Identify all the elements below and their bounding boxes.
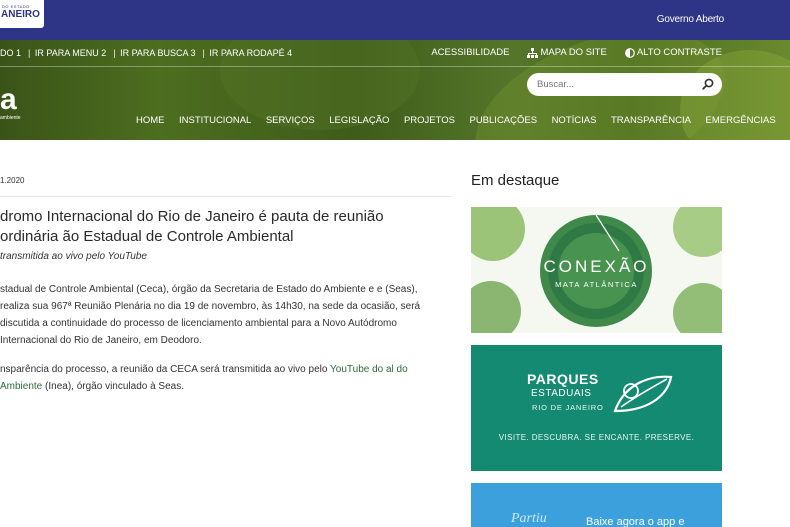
high-contrast-toggle[interactable]: ALTO CONTRASTE (624, 47, 722, 58)
accessibility-label: ACESSIBILIDADE (431, 47, 510, 58)
high-contrast-label: ALTO CONTRASTE (636, 47, 722, 58)
utility-links: ACESSIBILIDADE MAPA DO SITE ALTO CONTRAS… (413, 47, 722, 58)
nav-item-home[interactable]: HOME (136, 115, 165, 126)
divider: | (28, 48, 31, 58)
conexao-title: CONEXÃO (543, 257, 650, 276)
divider (0, 196, 451, 197)
government-bar: DO ESTADO ANEIRO Governo Aberto (0, 0, 790, 40)
parques-subtitle: ESTADUAIS (531, 388, 592, 399)
parques-location: RIO DE JANEIRO (532, 403, 604, 412)
skip-link-footer[interactable]: IR PARA RODAPÉ 4 (209, 48, 292, 58)
nav-item-legislacao[interactable]: LEGISLAÇÃO (329, 115, 389, 126)
app-download-text: Baixe agora o app e (586, 516, 685, 527)
parques-title: PARQUES (527, 371, 599, 387)
leaf-icon (613, 375, 673, 413)
article-body: stadual de Controle Ambiental (Ceca), ór… (0, 281, 445, 407)
skip-link-search[interactable]: IR PARA BUSCA 3 (120, 48, 195, 58)
site-logo-subtitle: ambiente (0, 115, 21, 121)
app-logo: Partiu (511, 511, 547, 526)
header-divider (0, 66, 790, 67)
parques-tagline: VISITE. DESCUBRA. SE ENCANTE. PRESERVE. (498, 433, 695, 442)
site-logo-letter: a (0, 83, 17, 116)
article-subtitle: transmitida ao vivo pelo YouTube (0, 251, 147, 262)
accessibility-skip-links: DO 1 | IR PARA MENU 2 | IR PARA BUSCA 3 | I… (0, 48, 294, 60)
state-logo[interactable]: DO ESTADO ANEIRO (0, 0, 44, 28)
search-input[interactable] (537, 77, 697, 92)
divider: | (202, 48, 205, 58)
state-logo-text: ANEIRO (1, 9, 40, 20)
search-box (527, 73, 722, 96)
article-text: (Inea), órgão vinculado à Seas. (42, 381, 185, 392)
article-paragraph: nsparência do processo, a reunião da CEC… (0, 361, 445, 395)
nav-item-projetos[interactable]: PROJETOS (404, 115, 455, 126)
nav-item-servicos[interactable]: SERVIÇOS (266, 115, 315, 126)
article-paragraph: stadual de Controle Ambiental (Ceca), ór… (0, 284, 421, 346)
accessibility-link[interactable]: ACESSIBILIDADE (431, 47, 509, 58)
article-date: 1.2020 (0, 176, 25, 185)
skip-link-menu[interactable]: IR PARA MENU 2 (35, 48, 106, 58)
skip-link-content[interactable]: DO 1 (0, 48, 21, 58)
sitemap-link[interactable]: MAPA DO SITE (527, 47, 607, 58)
sitemap-label: MAPA DO SITE (540, 47, 607, 58)
app-download-banner[interactable]: Partiu Baixe agora o app e (471, 483, 722, 527)
featured-section-title: Em destaque (471, 172, 560, 189)
open-government-link[interactable]: Governo Aberto (657, 14, 724, 25)
site-logo[interactable]: a (0, 85, 30, 115)
search-icon[interactable] (702, 78, 714, 90)
nav-item-institucional[interactable]: INSTITUCIONAL (179, 115, 251, 126)
conexao-mata-atlantica-banner[interactable]: CONEXÃO MATA ATLÂNTICA (471, 207, 722, 333)
nav-item-emergencias[interactable]: EMERGÊNCIAS (706, 115, 776, 126)
sitemap-icon (527, 47, 539, 58)
main-navigation: HOME INSTITUCIONAL SERVIÇOS LEGISLAÇÃO P… (136, 115, 790, 126)
parques-estaduais-banner[interactable]: PARQUES ESTADUAIS RIO DE JANEIRO VISITE.… (471, 345, 722, 471)
divider: | (113, 48, 116, 58)
contrast-icon (624, 47, 635, 58)
article-text: nsparência do processo, a reunião da CEC… (0, 364, 331, 375)
article-title: dromo Internacional do Rio de Janeiro é … (0, 208, 384, 245)
nav-item-publicacoes[interactable]: PUBLICAÇÕES (469, 115, 537, 126)
conexao-subtitle: MATA ATLÂNTICA (555, 280, 638, 289)
nav-item-noticias[interactable]: NOTÍCIAS (552, 115, 597, 126)
nav-item-transparencia[interactable]: TRANSPARÊNCIA (611, 115, 691, 126)
